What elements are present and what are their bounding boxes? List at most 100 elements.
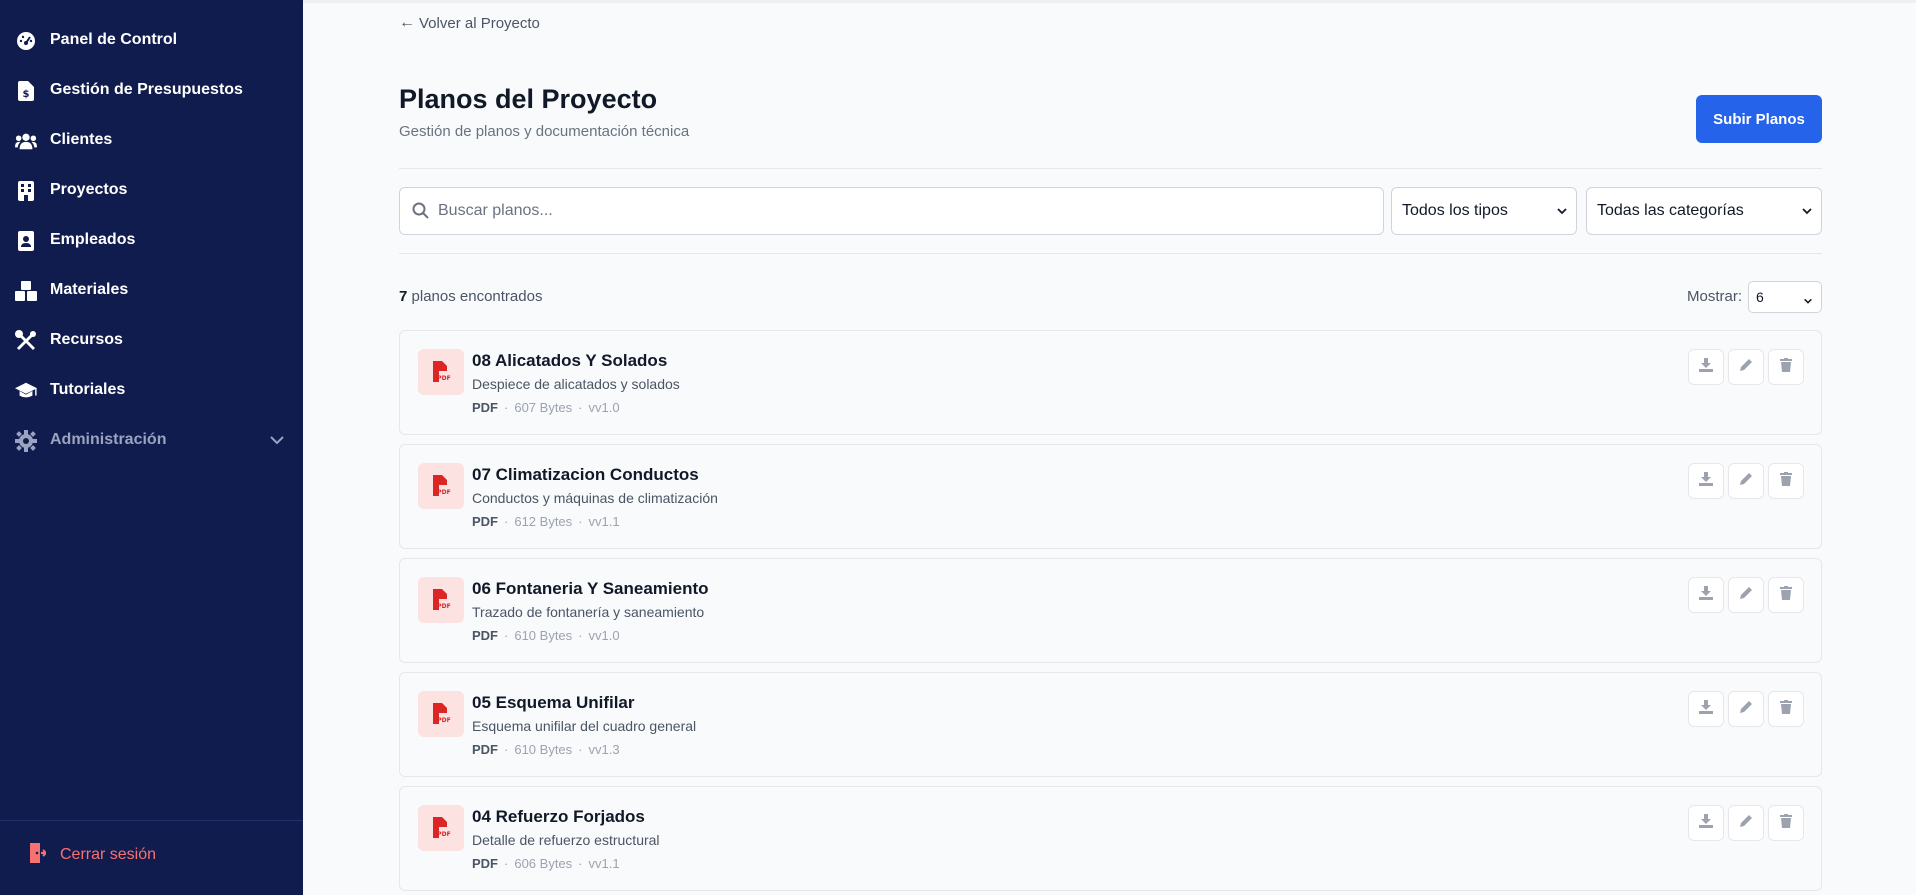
- delete-button[interactable]: [1768, 463, 1804, 499]
- results-count: 7 planos encontrados: [399, 288, 542, 305]
- sidebar-item-administracion[interactable]: Administración: [0, 420, 303, 460]
- sidebar-item-label: Gestión de Presupuestos: [50, 81, 243, 98]
- sidebar-item-empleados[interactable]: Empleados: [0, 220, 303, 260]
- trash-icon: [1780, 357, 1792, 377]
- sidebar-item-proyectos[interactable]: Proyectos: [0, 170, 303, 210]
- plan-type: PDF: [472, 514, 498, 529]
- download-icon: [1699, 357, 1713, 377]
- plan-version: vv1.1: [588, 856, 620, 871]
- svg-text:PDF: PDF: [437, 717, 450, 724]
- plan-card: PDF 08 Alicatados Y Solados Despiece de …: [399, 330, 1822, 435]
- delete-button[interactable]: [1768, 577, 1804, 613]
- plan-title[interactable]: 07 Climatizacion Conductos: [472, 465, 699, 485]
- file-pdf-icon: PDF: [418, 463, 464, 509]
- delete-button[interactable]: [1768, 349, 1804, 385]
- logout-label: Cerrar sesión: [60, 846, 157, 863]
- svg-text:PDF: PDF: [437, 375, 450, 382]
- chevron-down-icon: [1801, 204, 1813, 222]
- show-label: Mostrar:: [1687, 288, 1743, 305]
- upload-plans-button[interactable]: Subir Planos: [1696, 95, 1822, 143]
- svg-text:PDF: PDF: [437, 603, 450, 610]
- svg-text:PDF: PDF: [437, 489, 450, 496]
- plan-size: 607 Bytes: [514, 400, 573, 415]
- chevron-down-icon: [1556, 204, 1568, 222]
- plan-title[interactable]: 05 Esquema Unifilar: [472, 693, 635, 713]
- edit-button[interactable]: [1728, 577, 1764, 613]
- edit-button[interactable]: [1728, 349, 1764, 385]
- results-count-number: 7: [399, 288, 408, 305]
- sidebar-item-presupuestos[interactable]: $ Gestión de Presupuestos: [0, 70, 303, 110]
- plan-version: vv1.0: [588, 628, 620, 643]
- page-title: Planos del Proyecto: [399, 84, 658, 114]
- main-content: ← Volver al Proyecto Planos del Proyecto…: [303, 0, 1916, 895]
- users-icon: [15, 130, 37, 152]
- download-icon: [1699, 471, 1713, 491]
- download-button[interactable]: [1688, 349, 1724, 385]
- page-subtitle: Gestión de planos y documentación técnic…: [399, 123, 690, 140]
- plan-size: 606 Bytes: [514, 856, 573, 871]
- sidebar-item-label: Materiales: [50, 281, 129, 298]
- search-box: [399, 187, 1384, 235]
- sidebar-item-recursos[interactable]: Recursos: [0, 320, 303, 360]
- plan-type: PDF: [472, 628, 498, 643]
- plan-type: PDF: [472, 400, 498, 415]
- search-input[interactable]: [438, 188, 1368, 234]
- sidebar-item-label: Tutoriales: [50, 381, 126, 398]
- edit-button[interactable]: [1728, 691, 1764, 727]
- page-size-select[interactable]: 6: [1748, 281, 1822, 313]
- search-icon: [412, 202, 430, 225]
- plan-size: 612 Bytes: [514, 514, 573, 529]
- download-icon: [1699, 585, 1713, 605]
- download-icon: [1699, 699, 1713, 719]
- graduation-cap-icon: [15, 380, 37, 402]
- download-button[interactable]: [1688, 691, 1724, 727]
- file-pdf-icon: PDF: [418, 691, 464, 737]
- arrow-left-icon: ←: [399, 14, 415, 31]
- plan-title[interactable]: 08 Alicatados Y Solados: [472, 351, 667, 371]
- category-select-value: Todas las categorías: [1597, 202, 1744, 219]
- plan-meta: PDF · 610 Bytes · vv1.0: [472, 628, 620, 643]
- sidebar-item-label: Recursos: [50, 331, 123, 348]
- plan-card: PDF 06 Fontaneria Y Saneamiento Trazado …: [399, 558, 1822, 663]
- category-select[interactable]: Todas las categorías: [1586, 187, 1822, 235]
- invoice-dollar-icon: $: [15, 80, 37, 102]
- trash-icon: [1780, 699, 1792, 719]
- dashboard-gauge-icon: [15, 30, 37, 52]
- plan-meta: PDF · 606 Bytes · vv1.1: [472, 856, 620, 871]
- page-size-value: 6: [1756, 289, 1764, 305]
- sidebar-item-label: Clientes: [50, 131, 113, 148]
- sidebar-item-clientes[interactable]: Clientes: [0, 120, 303, 160]
- sidebar: Panel de Control $ Gestión de Presupuest…: [0, 0, 303, 895]
- building-icon: [15, 180, 37, 202]
- logout-button[interactable]: Cerrar sesión: [28, 840, 156, 870]
- edit-button[interactable]: [1728, 805, 1764, 841]
- download-button[interactable]: [1688, 463, 1724, 499]
- file-pdf-icon: PDF: [418, 349, 464, 395]
- type-select[interactable]: Todos los tipos: [1391, 187, 1577, 235]
- sidebar-item-label: Empleados: [50, 231, 136, 248]
- sidebar-item-panel-de-control[interactable]: Panel de Control: [0, 20, 303, 60]
- delete-button[interactable]: [1768, 805, 1804, 841]
- plan-meta: PDF · 610 Bytes · vv1.3: [472, 742, 620, 757]
- gear-icon: [15, 430, 37, 452]
- sidebar-item-materiales[interactable]: Materiales: [0, 270, 303, 310]
- plan-title[interactable]: 04 Refuerzo Forjados: [472, 807, 645, 827]
- trash-icon: [1780, 471, 1792, 491]
- plan-description: Conductos y máquinas de climatización: [472, 490, 718, 506]
- plan-title[interactable]: 06 Fontaneria Y Saneamiento: [472, 579, 709, 599]
- delete-button[interactable]: [1768, 691, 1804, 727]
- chevron-down-icon: [269, 432, 285, 453]
- plan-type: PDF: [472, 742, 498, 757]
- sidebar-item-tutoriales[interactable]: Tutoriales: [0, 370, 303, 410]
- download-button[interactable]: [1688, 577, 1724, 613]
- results-count-label: planos encontrados: [411, 288, 543, 305]
- trash-icon: [1780, 585, 1792, 605]
- plan-version: vv1.0: [588, 400, 620, 415]
- back-to-project-link[interactable]: ← Volver al Proyecto: [399, 14, 540, 32]
- plan-meta: PDF · 612 Bytes · vv1.1: [472, 514, 620, 529]
- svg-text:PDF: PDF: [437, 831, 450, 838]
- plan-size: 610 Bytes: [514, 742, 573, 757]
- download-button[interactable]: [1688, 805, 1724, 841]
- edit-button[interactable]: [1728, 463, 1764, 499]
- tools-icon: [15, 330, 37, 352]
